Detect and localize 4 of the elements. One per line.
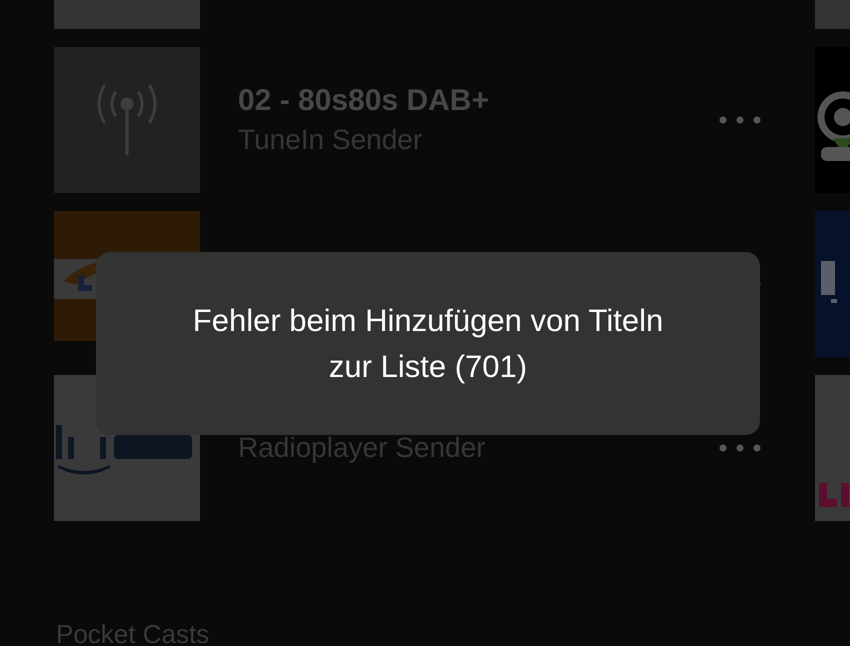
station-title: 02 - 80s80s DAB+ — [238, 84, 490, 118]
more-icon[interactable] — [719, 444, 761, 452]
error-message: Fehler beim Hinzufügen von Titeln zur Liste (701) — [192, 302, 664, 386]
more-icon[interactable] — [719, 116, 761, 124]
